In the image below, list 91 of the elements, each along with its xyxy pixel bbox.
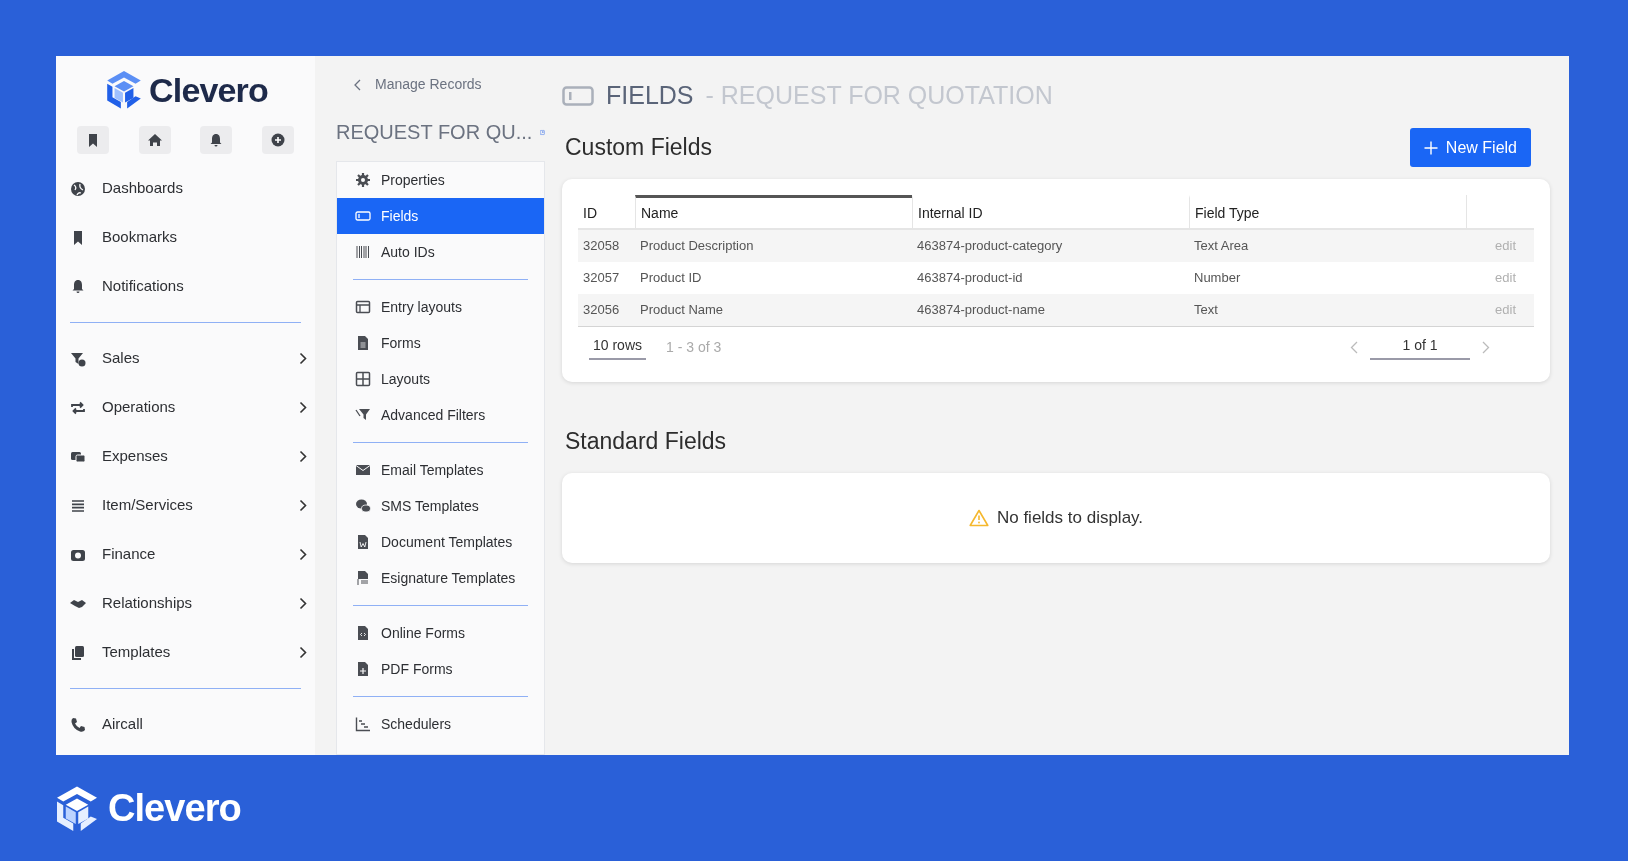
record-menu-item[interactable]: Auto IDs xyxy=(337,234,544,270)
funnel-dollar-icon xyxy=(70,350,86,367)
row-range: 1 - 3 of 3 xyxy=(666,338,722,357)
sidebar-nav-item[interactable]: Templates xyxy=(56,628,315,677)
chevron-right-icon xyxy=(299,401,307,414)
sidebar-nav-item[interactable]: Finance xyxy=(56,530,315,579)
record-menu-item[interactable]: Entry layouts xyxy=(337,289,544,325)
plus-icon xyxy=(1423,140,1438,155)
table-cell-text: Product Name xyxy=(639,301,725,320)
chevron-right-icon xyxy=(299,352,307,365)
phone-icon xyxy=(70,716,86,733)
list-icon xyxy=(70,497,86,514)
input-field-icon xyxy=(355,208,371,224)
record-menu-item[interactable]: Advanced Filters xyxy=(337,397,544,433)
record-menu-item[interactable]: PDF Forms xyxy=(337,651,544,687)
filter-icon xyxy=(355,407,371,423)
bell-icon xyxy=(70,278,86,295)
column-header[interactable]: ID xyxy=(578,195,635,228)
record-menu-item[interactable]: SMS Templates xyxy=(337,488,544,524)
sidebar-nav-item[interactable]: Relationships xyxy=(56,579,315,628)
section-heading: Custom Fields xyxy=(565,133,712,163)
word-file-icon xyxy=(355,534,371,550)
table-cell-text: 463874-product-name xyxy=(916,301,1046,320)
sidebar-nav-item[interactable]: Item/Services xyxy=(56,481,315,530)
bookmark-icon xyxy=(86,132,100,148)
table-cell-text: Product ID xyxy=(639,269,703,288)
chevron-right-icon xyxy=(299,646,307,659)
footer-logo-text: Clevero xyxy=(108,786,241,831)
record-menu-item[interactable]: Email Templates xyxy=(337,452,544,488)
column-header[interactable]: Field Type xyxy=(1189,195,1466,228)
table-cell-text: Text Area xyxy=(1193,237,1250,256)
chat-bubbles-icon xyxy=(355,498,371,514)
page-indicator[interactable]: 1 of 1 xyxy=(1370,335,1470,360)
table-cell-text: 463874-product-category xyxy=(916,237,1064,256)
record-menu-item[interactable]: Esignature Templates xyxy=(337,560,544,596)
chevron-left-icon xyxy=(354,78,361,91)
record-menu-item[interactable]: Fields xyxy=(337,198,544,234)
table-cell-text: 32057 xyxy=(582,269,621,288)
table-cell-text: 32058 xyxy=(582,237,621,256)
back-link[interactable]: Manage Records xyxy=(354,74,545,95)
chevron-right-icon xyxy=(299,548,307,561)
logo-text: Clevero xyxy=(149,69,268,111)
gear-icon xyxy=(355,172,371,188)
sidebar-nav-item[interactable]: Aircall xyxy=(56,700,315,749)
table-cell-text: 32056 xyxy=(582,301,621,320)
sidebar-nav-item[interactable]: Sales xyxy=(56,334,315,383)
empty-message: No fields to display. xyxy=(996,506,1144,529)
chevron-right-icon xyxy=(299,450,307,463)
table-cell-text: Number xyxy=(1193,269,1242,288)
barcode-icon xyxy=(355,244,371,260)
new-field-button[interactable]: New Field xyxy=(1409,128,1531,167)
code-file-icon xyxy=(355,625,371,641)
column-header[interactable]: Internal ID xyxy=(912,195,1189,228)
record-menu-item[interactable]: Properties xyxy=(337,162,544,198)
sidebar-nav-item[interactable]: Expenses xyxy=(56,432,315,481)
chevron-right-icon xyxy=(299,499,307,512)
add-icon xyxy=(270,132,285,148)
table-cell-text: Text xyxy=(1193,301,1219,320)
table-cell-text: Product Description xyxy=(639,237,755,256)
repeat-icon xyxy=(70,399,86,416)
quick-action-button[interactable] xyxy=(200,126,233,154)
window-icon xyxy=(355,299,371,315)
sidebar-nav-item[interactable]: Dashboards xyxy=(56,164,315,213)
page-title: FIELDS xyxy=(606,80,694,112)
quick-action-button[interactable] xyxy=(77,126,109,154)
grid-icon xyxy=(355,371,371,387)
bell-icon xyxy=(209,132,224,148)
field-input-icon xyxy=(562,86,594,106)
globe-icon xyxy=(70,180,86,197)
home-icon xyxy=(147,132,162,148)
quick-action-button[interactable] xyxy=(261,126,294,154)
sidebar-nav-item[interactable]: Bookmarks xyxy=(56,213,315,262)
file-plus-icon xyxy=(355,661,371,677)
quick-action-button[interactable] xyxy=(138,126,171,154)
sidebar-nav-item[interactable]: Operations xyxy=(56,383,315,432)
rows-per-page-select[interactable]: 10 rows xyxy=(589,335,647,360)
record-menu-item[interactable]: Document Templates xyxy=(337,524,544,560)
copy-icon xyxy=(70,644,86,661)
step-chart-icon xyxy=(355,716,371,732)
table-cell-text: 463874-product-id xyxy=(916,269,1024,288)
chevron-right-icon xyxy=(299,597,307,610)
envelope-icon xyxy=(355,462,371,478)
record-menu-item[interactable]: Layouts xyxy=(337,361,544,397)
record-menu-item[interactable]: Schedulers xyxy=(337,706,544,742)
document-icon xyxy=(355,335,371,351)
section-heading: Standard Fields xyxy=(565,427,728,456)
record-menu-item[interactable]: Online Forms xyxy=(337,615,544,651)
warning-icon xyxy=(968,508,989,527)
record-title: REQUEST FOR QU... xyxy=(336,120,533,145)
sidebar-nav-item[interactable]: Notifications xyxy=(56,262,315,311)
record-menu-item[interactable]: Forms xyxy=(337,325,544,361)
